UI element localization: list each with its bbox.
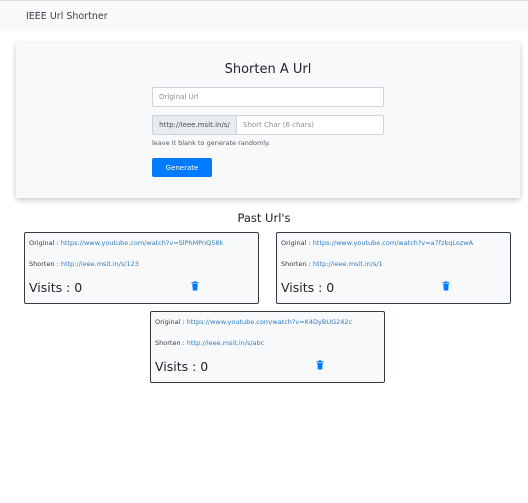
original-row: Original : https://www.youtube.com/watch… xyxy=(281,239,473,247)
hint-text: leave it blank to generate randomly. xyxy=(152,139,271,147)
generate-button[interactable]: Generate xyxy=(152,158,212,177)
short-char-input[interactable]: Short Char (6 chars) xyxy=(236,115,384,135)
shorten-row: Shorten : http://ieee.msit.in/s/123 xyxy=(29,260,139,268)
shorten-row: Shorten : http://ieee.msit.in/s/abc xyxy=(155,339,264,347)
visits-count: Visits : 0 xyxy=(281,280,335,295)
shorten-form-card: Shorten A Url Original Url http://ieee.m… xyxy=(16,43,520,198)
original-row: Original : https://www.youtube.com/watch… xyxy=(155,318,352,326)
short-link[interactable]: http://ieee.msit.in/s/123 xyxy=(61,260,139,268)
shorten-label: Shorten : xyxy=(281,260,311,268)
url-prefix: http://ieee.msit.in/s/ xyxy=(152,115,236,135)
short-char-placeholder: Short Char (6 chars) xyxy=(243,121,314,129)
trash-icon[interactable] xyxy=(441,281,451,291)
trash-icon[interactable] xyxy=(190,281,200,291)
form-title: Shorten A Url xyxy=(224,62,312,77)
original-link[interactable]: https://www.youtube.com/watch?v=K4DyBUG2… xyxy=(187,318,352,326)
url-card: Original : https://www.youtube.com/watch… xyxy=(276,232,511,304)
visits-count: Visits : 0 xyxy=(29,280,83,295)
shorten-label: Shorten : xyxy=(29,260,59,268)
short-link[interactable]: http://ieee.msit.in/s/1 xyxy=(313,260,383,268)
visits-count: Visits : 0 xyxy=(155,359,209,374)
navbar-brand[interactable]: IEEE Url Shortner xyxy=(26,11,108,22)
original-label: Original : xyxy=(29,239,59,247)
url-card: Original : https://www.youtube.com/watch… xyxy=(150,311,385,383)
original-url-placeholder: Original Url xyxy=(159,93,199,101)
shorten-label: Shorten : xyxy=(155,339,185,347)
original-link[interactable]: https://www.youtube.com/watch?v=a7fzkqLo… xyxy=(313,239,473,247)
original-link[interactable]: https://www.youtube.com/watch?v=SlPhMPnQ… xyxy=(61,239,224,247)
shorten-row: Shorten : http://ieee.msit.in/s/1 xyxy=(281,260,383,268)
original-label: Original : xyxy=(281,239,311,247)
original-label: Original : xyxy=(155,318,185,326)
past-urls-title: Past Url's xyxy=(237,211,291,225)
trash-icon[interactable] xyxy=(315,360,325,370)
navbar: IEEE Url Shortner xyxy=(0,1,528,31)
original-row: Original : https://www.youtube.com/watch… xyxy=(29,239,223,247)
url-card: Original : https://www.youtube.com/watch… xyxy=(24,232,259,304)
original-url-input[interactable]: Original Url xyxy=(152,87,384,107)
short-link[interactable]: http://ieee.msit.in/s/abc xyxy=(187,339,264,347)
